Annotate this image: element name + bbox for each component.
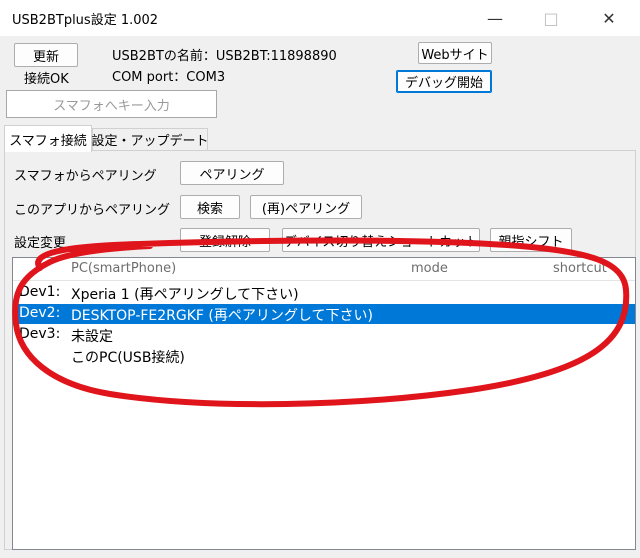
- annotation-circle: [12, 237, 630, 408]
- tab-phone-connection[interactable]: スマフォ接続: [4, 125, 92, 152]
